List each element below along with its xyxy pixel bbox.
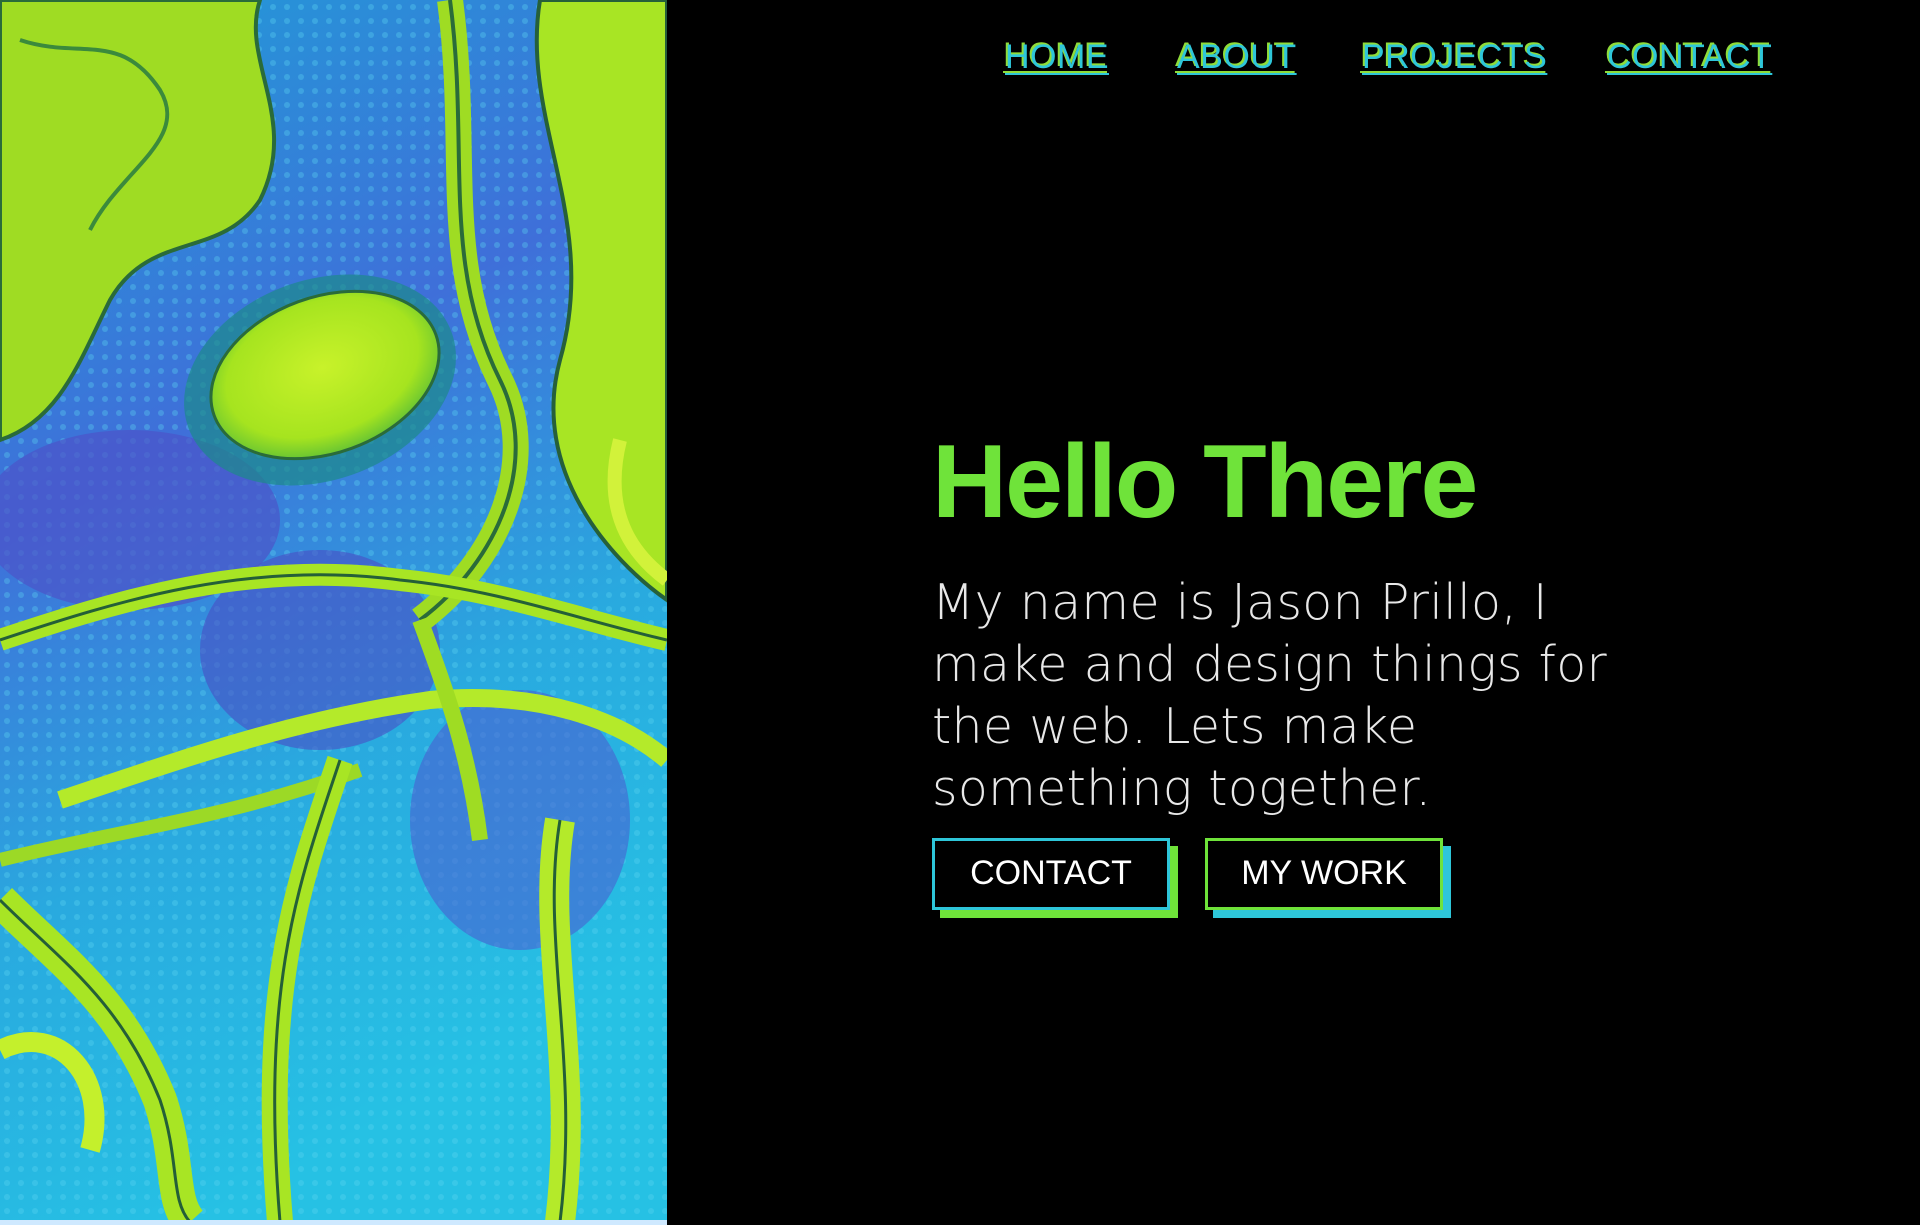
hero-artwork bbox=[0, 0, 667, 1222]
nav-about-link[interactable]: ABOUT bbox=[1177, 38, 1297, 77]
hero-section: Hello There My name is Jason Prillo, I m… bbox=[932, 430, 1752, 820]
artwork-bottom-edge bbox=[0, 1220, 667, 1225]
contact-button[interactable]: CONTACT bbox=[932, 838, 1170, 910]
nav-projects-link[interactable]: PROJECTS bbox=[1362, 38, 1547, 77]
nav-contact-link[interactable]: CONTACT bbox=[1607, 38, 1772, 77]
nav-home-link[interactable]: HOME bbox=[1005, 38, 1109, 77]
hero-intro-text: My name is Jason Prillo, I make and desi… bbox=[932, 574, 1607, 817]
my-work-button[interactable]: MY WORK bbox=[1205, 838, 1443, 910]
abstract-paint-artwork bbox=[0, 0, 667, 1222]
hero-title: Hello There bbox=[932, 424, 1478, 540]
portfolio-page: HOME ABOUT PROJECTS CONTACT Hello There … bbox=[0, 0, 1920, 1225]
